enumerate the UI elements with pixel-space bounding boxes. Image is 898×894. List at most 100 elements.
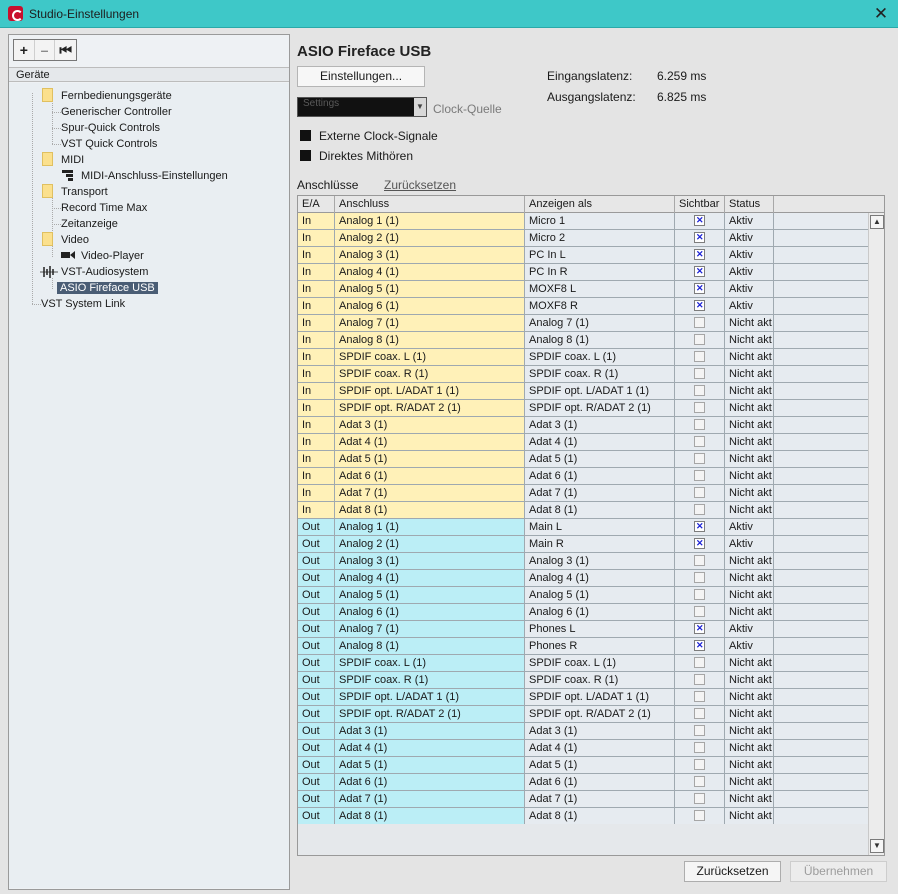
visible-checkbox[interactable] — [694, 589, 705, 600]
apply-button[interactable]: Übernehmen — [790, 861, 887, 882]
table-row[interactable]: Out SPDIF coax. L (1) SPDIF coax. L (1) Nic… — [298, 655, 868, 672]
visible-checkbox[interactable] — [694, 265, 705, 278]
visible-checkbox[interactable] — [694, 487, 705, 498]
visible-checkbox[interactable] — [694, 657, 705, 668]
scroll-up-arrow-icon[interactable]: ▲ — [870, 215, 884, 229]
table-row[interactable]: InAnalog 6 (1)MOXF8 R Aktiv — [298, 298, 868, 315]
show-as-cell[interactable]: Adat 8 (1) — [525, 502, 675, 518]
table-row[interactable]: InAnalog 5 (1)MOXF8 L Aktiv — [298, 281, 868, 298]
show-as-cell[interactable]: Adat 8 (1) — [525, 808, 675, 824]
show-as-cell[interactable]: Adat 3 (1) — [525, 417, 675, 433]
show-as-cell[interactable]: SPDIF opt. R/ADAT 2 (1) — [525, 400, 675, 416]
visible-checkbox[interactable] — [694, 334, 705, 345]
table-row[interactable]: Out Analog 3 (1) Analog 3 (1) Nicht akt — [298, 553, 868, 570]
tree-item-time-display[interactable]: Zeitanzeige — [61, 217, 118, 232]
tree-item-midi-port-settings[interactable]: MIDI-Anschluss-Einstellungen — [81, 169, 228, 184]
table-row[interactable]: Out Adat 6 (1) Adat 6 (1) Nicht akt — [298, 774, 868, 791]
table-row[interactable]: Out Adat 7 (1) Adat 7 (1) Nicht akt — [298, 791, 868, 808]
table-row[interactable]: InAnalog 4 (1)PC In R Aktiv — [298, 264, 868, 281]
table-row[interactable]: OutAnalog 1 (1)Main L Aktiv — [298, 519, 868, 536]
visible-checkbox[interactable] — [694, 555, 705, 566]
table-row[interactable]: InAnalog 3 (1)PC In L Aktiv — [298, 247, 868, 264]
settings-button[interactable]: Einstellungen... — [297, 66, 425, 87]
table-row[interactable]: In SPDIF coax. R (1) SPDIF coax. R (1) Nich… — [298, 366, 868, 383]
checkbox-box[interactable] — [300, 150, 311, 161]
visible-checkbox[interactable] — [694, 793, 705, 804]
reset-button[interactable]: Zurücksetzen — [684, 861, 781, 882]
tree-item-video[interactable]: Video — [61, 233, 89, 248]
table-row[interactable]: In Adat 4 (1) Adat 4 (1) Nicht akt — [298, 434, 868, 451]
show-as-cell[interactable]: Adat 4 (1) — [525, 740, 675, 756]
scroll-down-arrow-icon[interactable]: ▼ — [870, 839, 884, 853]
show-as-cell[interactable]: PC In R — [525, 264, 675, 280]
reset-device-button[interactable]: ⏮ — [55, 40, 76, 60]
table-row[interactable]: Out Adat 3 (1) Adat 3 (1) Nicht akt — [298, 723, 868, 740]
visible-checkbox[interactable] — [694, 606, 705, 617]
column-header-visible[interactable]: Sichtbar — [675, 196, 725, 213]
table-row[interactable]: In Analog 7 (1) Analog 7 (1) Nicht akt — [298, 315, 868, 332]
clock-source-select[interactable]: Settings ▼ — [297, 97, 427, 117]
visible-checkbox[interactable] — [694, 708, 705, 719]
tree-item-vst-system-link[interactable]: VST System Link — [41, 297, 125, 312]
table-row[interactable]: Out SPDIF coax. R (1) SPDIF coax. R (1) Nic… — [298, 672, 868, 689]
show-as-cell[interactable]: SPDIF coax. L (1) — [525, 349, 675, 365]
table-row[interactable]: Out Adat 8 (1) Adat 8 (1) Nicht akt — [298, 808, 868, 824]
show-as-cell[interactable]: Micro 1 — [525, 213, 675, 229]
table-row[interactable]: Out Analog 6 (1) Analog 6 (1) Nicht akt — [298, 604, 868, 621]
column-header-status[interactable]: Status — [725, 196, 774, 213]
visible-checkbox[interactable] — [694, 282, 705, 295]
tree-item-record-time-max[interactable]: Record Time Max — [61, 201, 147, 216]
show-as-cell[interactable]: MOXF8 L — [525, 281, 675, 297]
show-as-cell[interactable]: Analog 8 (1) — [525, 332, 675, 348]
show-as-cell[interactable]: MOXF8 R — [525, 298, 675, 314]
show-as-cell[interactable]: Adat 4 (1) — [525, 434, 675, 450]
visible-checkbox[interactable] — [694, 537, 705, 550]
visible-checkbox[interactable] — [694, 674, 705, 685]
tree-item-asio-fireface-usb[interactable]: ASIO Fireface USB — [57, 281, 158, 296]
visible-checkbox[interactable] — [694, 520, 705, 533]
visible-checkbox[interactable] — [694, 810, 705, 821]
visible-checkbox[interactable] — [694, 436, 705, 447]
visible-checkbox[interactable] — [694, 214, 705, 227]
tree-item-generic-controller[interactable]: Generischer Controller — [61, 105, 172, 120]
tree-item-transport[interactable]: Transport — [61, 185, 108, 200]
visible-checkbox[interactable] — [694, 231, 705, 244]
table-row[interactable]: InAnalog 1 (1)Micro 1 Aktiv — [298, 213, 868, 230]
column-header-port[interactable]: Anschluss — [335, 196, 525, 213]
visible-checkbox[interactable] — [694, 504, 705, 515]
show-as-cell[interactable]: SPDIF opt. R/ADAT 2 (1) — [525, 706, 675, 722]
show-as-cell[interactable]: Micro 2 — [525, 230, 675, 246]
table-row[interactable]: Out Adat 4 (1) Adat 4 (1) Nicht akt — [298, 740, 868, 757]
table-row[interactable]: Out SPDIF opt. L/ADAT 1 (1) SPDIF opt. L/A… — [298, 689, 868, 706]
table-row[interactable]: In SPDIF opt. L/ADAT 1 (1) SPDIF opt. L/AD… — [298, 383, 868, 400]
visible-checkbox[interactable] — [694, 402, 705, 413]
table-row[interactable]: In Adat 6 (1) Adat 6 (1) Nicht akt — [298, 468, 868, 485]
visible-checkbox[interactable] — [694, 776, 705, 787]
visible-checkbox[interactable] — [694, 622, 705, 635]
show-as-cell[interactable]: Analog 4 (1) — [525, 570, 675, 586]
show-as-cell[interactable]: SPDIF coax. R (1) — [525, 366, 675, 382]
visible-checkbox[interactable] — [694, 248, 705, 261]
table-row[interactable]: In Analog 8 (1) Analog 8 (1) Nicht akt — [298, 332, 868, 349]
show-as-cell[interactable]: Analog 5 (1) — [525, 587, 675, 603]
show-as-cell[interactable]: Analog 7 (1) — [525, 315, 675, 331]
visible-checkbox[interactable] — [694, 639, 705, 652]
show-as-cell[interactable]: Analog 6 (1) — [525, 604, 675, 620]
visible-checkbox[interactable] — [694, 470, 705, 481]
table-row[interactable]: In Adat 3 (1) Adat 3 (1) Nicht akt — [298, 417, 868, 434]
show-as-cell[interactable]: Adat 5 (1) — [525, 451, 675, 467]
column-header-io[interactable]: E/A — [298, 196, 335, 213]
table-row[interactable]: Out Adat 5 (1) Adat 5 (1) Nicht akt — [298, 757, 868, 774]
vertical-scrollbar[interactable]: ▲ ▼ — [868, 213, 884, 855]
visible-checkbox[interactable] — [694, 385, 705, 396]
show-as-cell[interactable]: Adat 3 (1) — [525, 723, 675, 739]
table-row[interactable]: In SPDIF opt. R/ADAT 2 (1) SPDIF opt. R/AD… — [298, 400, 868, 417]
visible-checkbox[interactable] — [694, 742, 705, 753]
show-as-cell[interactable]: Analog 3 (1) — [525, 553, 675, 569]
table-row[interactable]: In Adat 7 (1) Adat 7 (1) Nicht akt — [298, 485, 868, 502]
show-as-cell[interactable]: Adat 7 (1) — [525, 485, 675, 501]
tree-item-midi[interactable]: MIDI — [61, 153, 84, 168]
table-row[interactable]: Out Analog 5 (1) Analog 5 (1) Nicht akt — [298, 587, 868, 604]
show-as-cell[interactable]: Phones L — [525, 621, 675, 637]
visible-checkbox[interactable] — [694, 419, 705, 430]
